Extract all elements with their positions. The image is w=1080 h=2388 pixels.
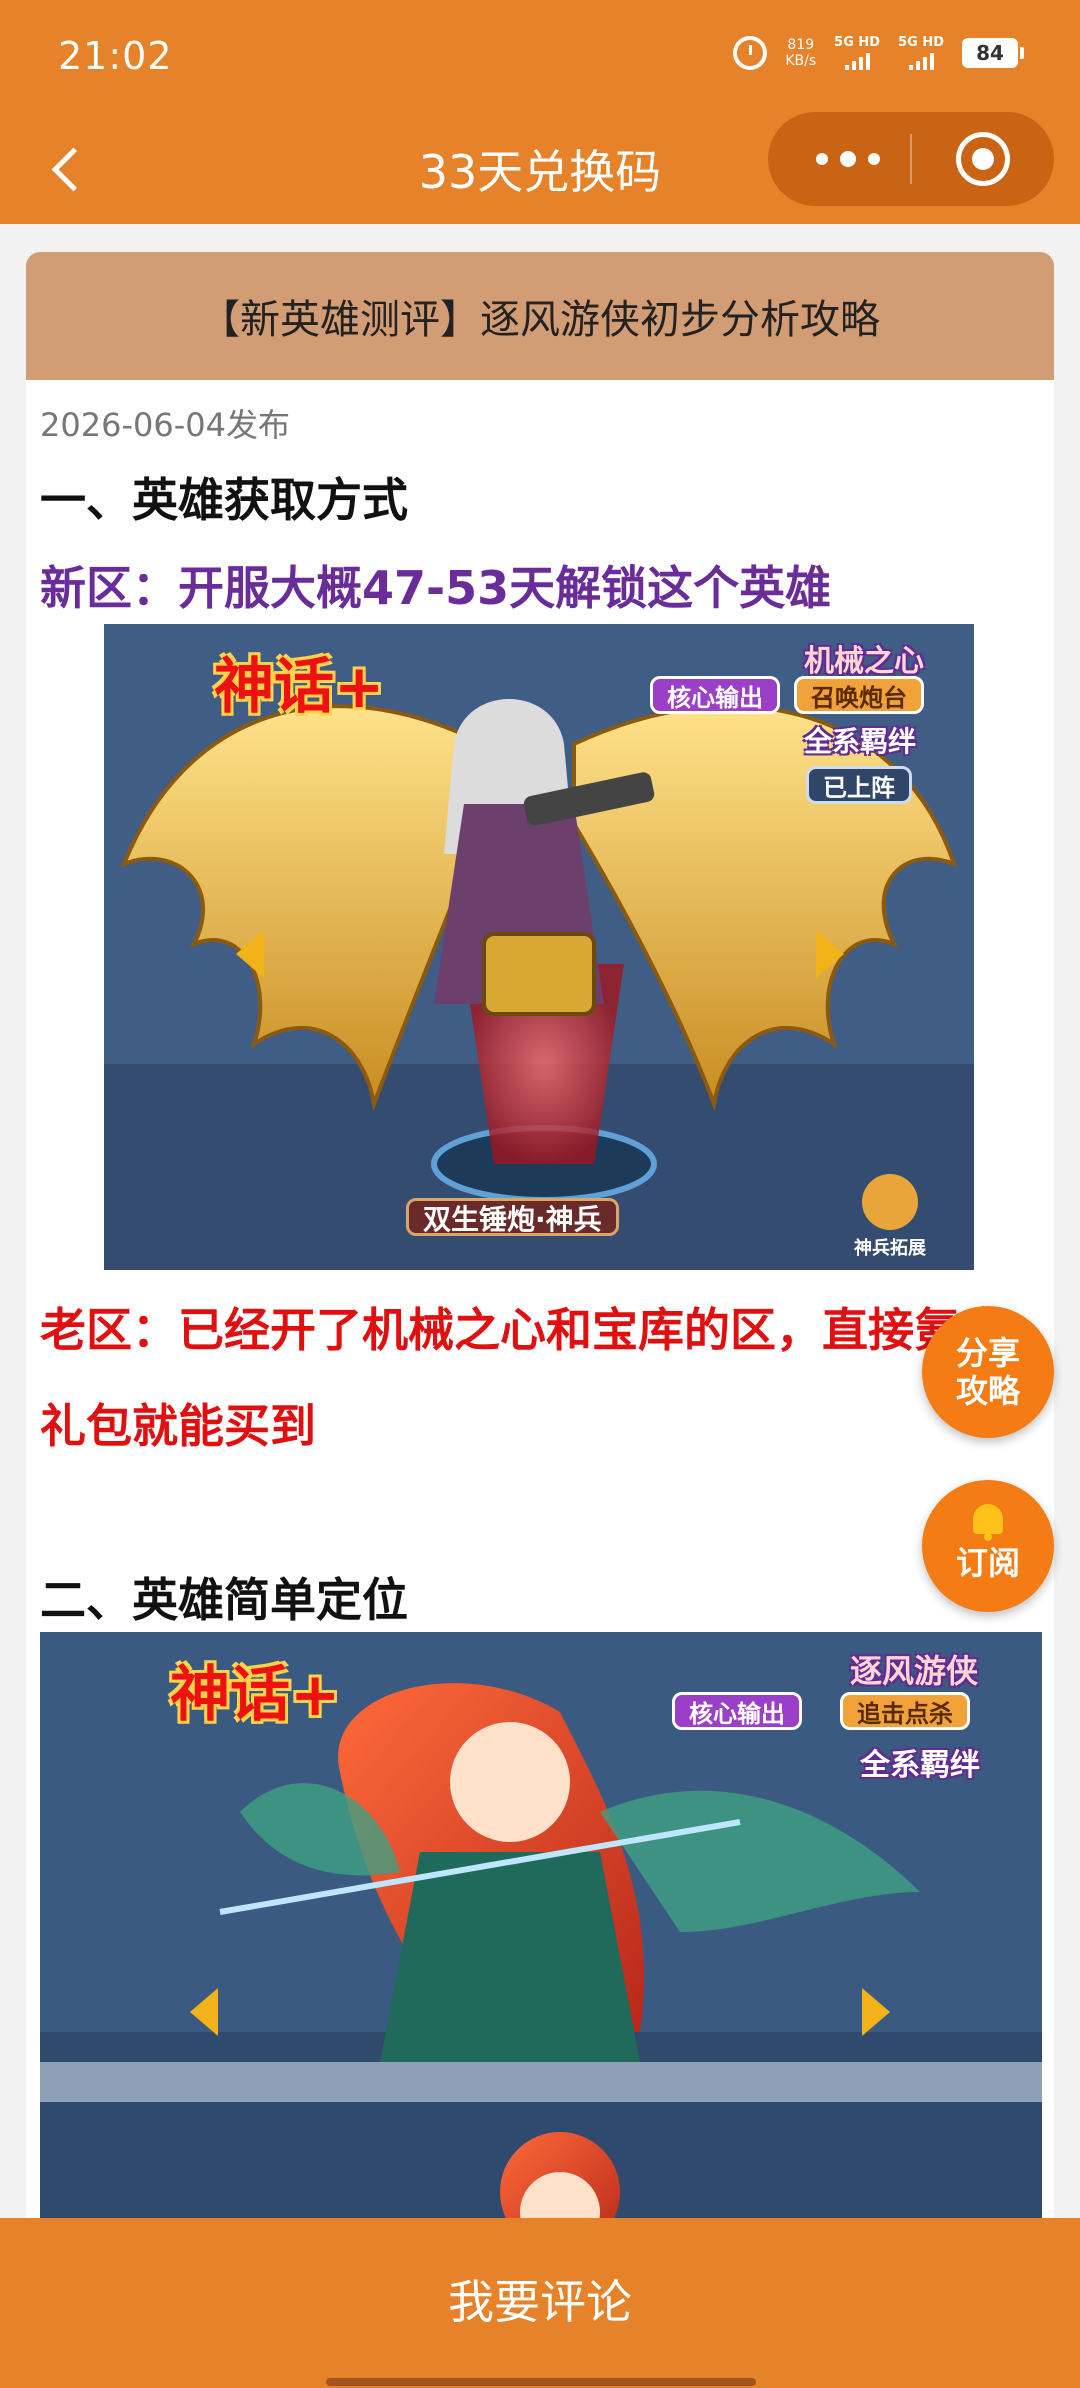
signal-icon (908, 52, 934, 70)
speed-unit: KB/s (785, 53, 817, 69)
share-label-line1: 分享 (955, 1334, 1020, 1372)
sim1-label: 5G HD (834, 35, 881, 50)
myth-badge: 神话+ (170, 1660, 341, 1730)
capsule-divider (910, 134, 912, 184)
home-indicator[interactable] (326, 2378, 756, 2386)
battery-icon: 84 (962, 38, 1024, 68)
bond-label: 全系羁绊 (804, 725, 917, 758)
signal-sim2: 5G HD (898, 36, 944, 70)
old-server-text: 老区：已经开了机械之心和宝库的区，直接氪金礼包就能买到 (40, 1303, 1006, 1453)
more-icon[interactable] (808, 134, 888, 184)
article-title: 【新英雄测评】逐风游侠初步分析攻略 (26, 252, 1054, 380)
hero-image-wind-ranger[interactable]: 神话+ 逐风游侠 核心输出 追击点杀 全系羁绊 (40, 1632, 1042, 2252)
new-server-text: 新区：开服大概47-53天解锁这个英雄 (40, 561, 832, 615)
expand-icon (862, 1174, 918, 1230)
myth-badge: 神话+ (214, 652, 385, 722)
publish-date: 2026-06-04发布 (40, 406, 290, 444)
article-card: 【新英雄测评】逐风游侠初步分析攻略 2026-06-04发布 一、英雄获取方式 … (26, 252, 1054, 2252)
alarm-icon (733, 36, 768, 70)
speed-value: 819 (787, 37, 815, 53)
mini-program-capsule (768, 112, 1054, 206)
status-icons: 819 KB/s 5G HD 5G HD 84 (733, 36, 1024, 70)
status-bar: 21:02 819 KB/s 5G HD 5G HD 84 (0, 0, 1080, 112)
share-guide-button[interactable]: 分享 攻略 (922, 1306, 1054, 1438)
hero-image-mechanical-heart[interactable]: 神话+ 机械之心 核心输出 召唤炮台 全系羁绊 已上阵 双生锤炮·神兵 神兵拓展 (104, 624, 974, 1270)
status-time: 21:02 (58, 34, 173, 78)
deployed-badge: 已上阵 (806, 766, 912, 804)
section1-title: 一、英雄获取方式 (40, 473, 408, 527)
signal-icon (844, 52, 870, 70)
subscribe-button[interactable]: 订阅 (922, 1480, 1054, 1612)
role-tag: 召唤炮台 (794, 676, 924, 714)
weapon-label: 双生锤炮·神兵 (406, 1198, 619, 1236)
weapon-expand-label: 神兵拓展 (854, 1238, 926, 1259)
bell-icon (973, 1504, 1003, 1541)
role-tag: 核心输出 (650, 676, 780, 714)
nav-bar: 33天兑换码 (0, 112, 1080, 224)
role-tag: 追击点杀 (840, 1692, 970, 1730)
subscribe-label: 订阅 (955, 1544, 1020, 1582)
network-speed: 819 KB/s (785, 37, 816, 69)
hero-name: 机械之心 (804, 644, 924, 679)
comment-button[interactable]: 我要评论 (0, 2266, 1080, 2332)
signal-sim1: 5G HD (834, 36, 880, 70)
sim2-label: 5G HD (898, 35, 944, 50)
top-bar: 21:02 819 KB/s 5G HD 5G HD 84 33天兑换码 (0, 0, 1080, 224)
bond-label: 全系羁绊 (860, 1748, 980, 1783)
weapon-expand: 神兵拓展 (840, 1174, 940, 1260)
hero-name: 逐风游侠 (850, 1652, 979, 1690)
role-tag: 核心输出 (672, 1692, 802, 1730)
section2-title: 二、英雄简单定位 (40, 1573, 408, 1627)
share-label-line2: 攻略 (955, 1372, 1020, 1410)
bottom-bar: 我要评论 (0, 2218, 1080, 2388)
close-mini-program-icon[interactable] (956, 132, 1010, 186)
